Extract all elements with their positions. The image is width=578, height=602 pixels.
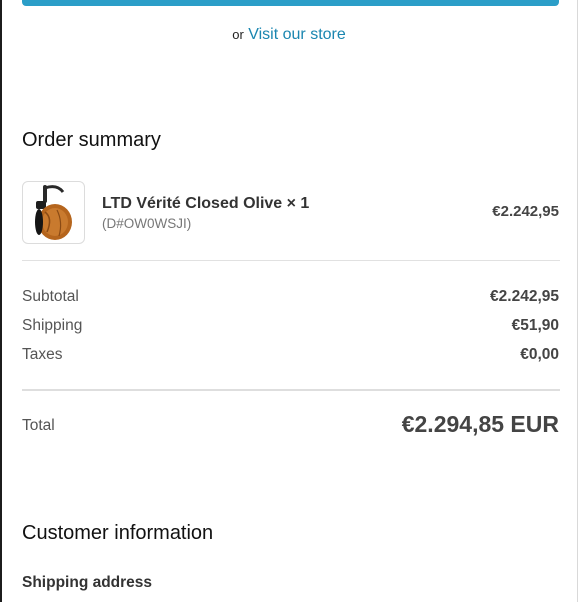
subtotal-label: Subtotal (22, 288, 79, 305)
product-thumbnail (22, 181, 85, 244)
or-text: or (232, 27, 244, 42)
shipping-address-label: Shipping address (22, 574, 153, 591)
shipping-label: Shipping (22, 317, 83, 334)
subtotal-value: €2.242,95 (490, 288, 559, 305)
product-price: €2.242,95 (492, 203, 559, 220)
taxes-value: €0,00 (520, 346, 559, 363)
headphones-image-icon (35, 185, 72, 240)
product-name: LTD Vérité Closed Olive × 1 (102, 195, 310, 212)
shipping-value: €51,90 (511, 317, 559, 334)
order-summary-title: Order summary (22, 129, 161, 151)
visit-store-link[interactable]: Visit our store (248, 26, 346, 43)
window-edge-left (0, 0, 2, 602)
taxes-label: Taxes (22, 346, 63, 363)
total-label: Total (22, 417, 55, 434)
product-sku: (D#OW0WSJI) (102, 216, 192, 231)
customer-information-title: Customer information (22, 522, 214, 544)
store-link-row: or Visit our store (0, 26, 578, 44)
total-divider (22, 389, 560, 391)
divider (22, 260, 560, 261)
total-value: €2.294,85 EUR (401, 411, 559, 437)
continue-button-edge[interactable] (22, 0, 559, 6)
